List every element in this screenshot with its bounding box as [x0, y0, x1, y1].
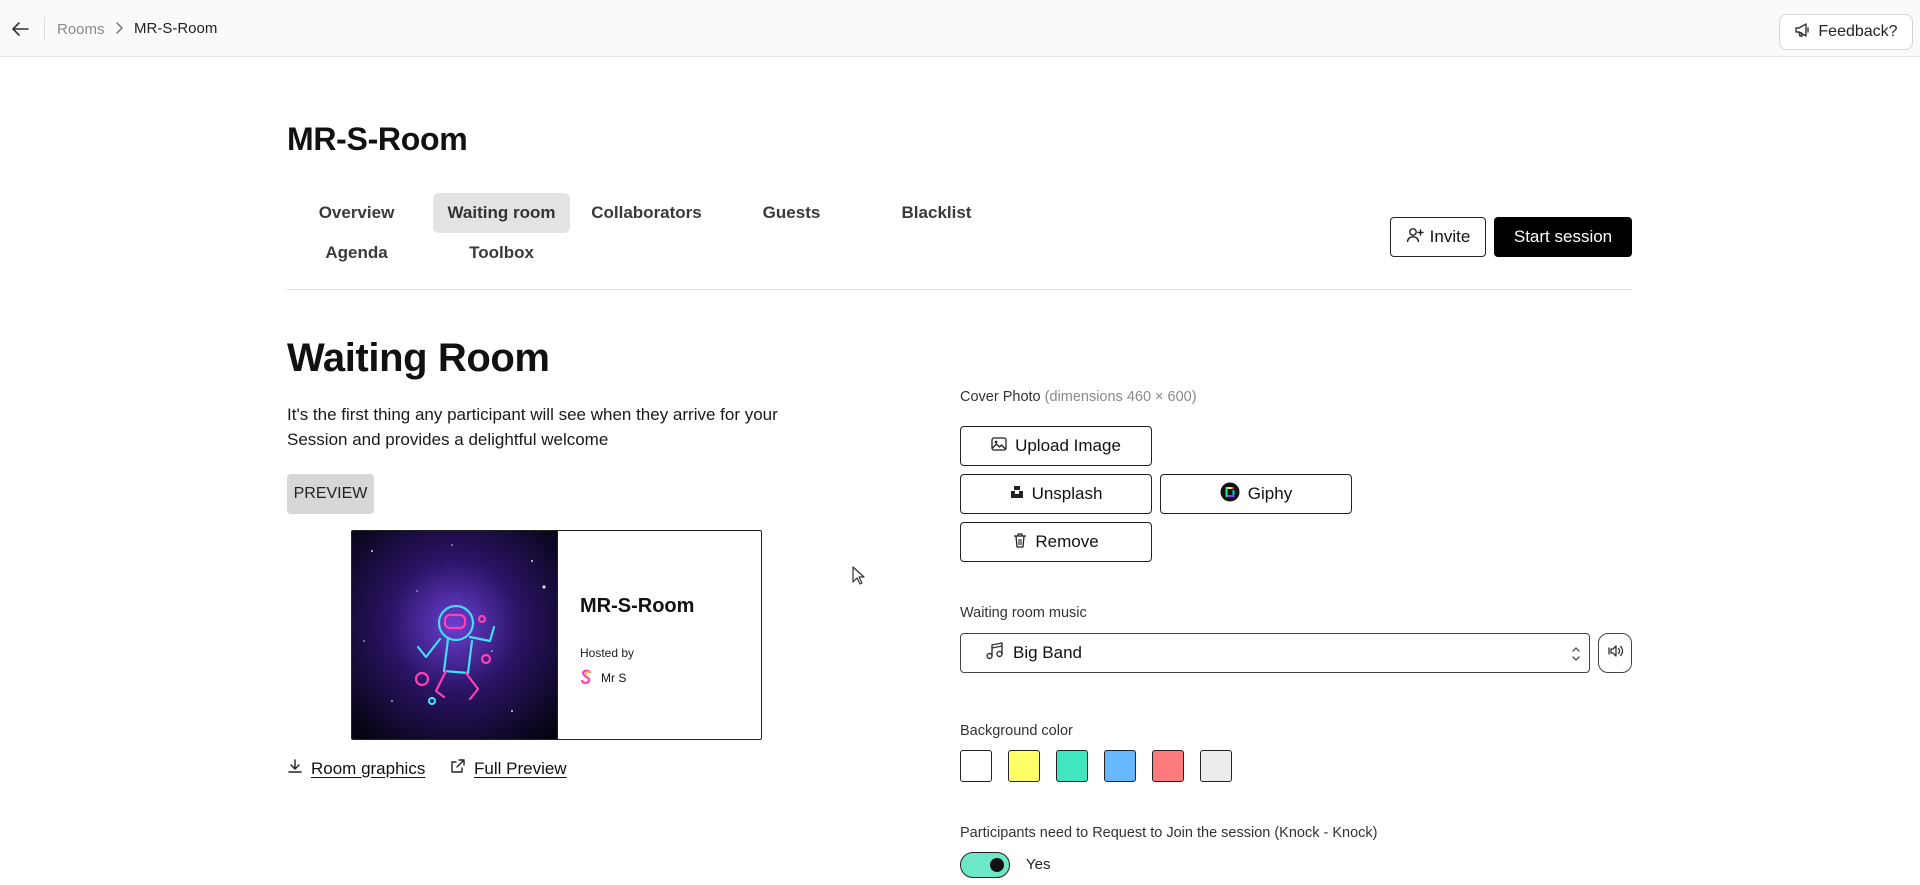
music-note-icon [985, 641, 1005, 666]
music-select[interactable]: Big Band [960, 633, 1590, 673]
download-icon [287, 758, 303, 779]
tab-toolbox[interactable]: Toolbox [433, 233, 570, 273]
toggle-knob [990, 858, 1004, 872]
external-link-icon [449, 758, 466, 780]
header-divider [287, 289, 1632, 290]
color-swatch[interactable] [1056, 750, 1088, 782]
megaphone-icon [1794, 22, 1812, 43]
preview-room-title: MR-S-Room [580, 595, 695, 617]
add-user-icon [1406, 226, 1424, 249]
divider [44, 17, 45, 41]
room-graphics-link[interactable]: Room graphics [287, 758, 425, 779]
knock-toggle[interactable] [960, 852, 1010, 878]
music-selected-value: Big Band [1013, 643, 1082, 662]
breadcrumb-rooms[interactable]: Rooms [57, 21, 105, 38]
knock-label: Participants need to Request to Join the… [960, 825, 1378, 841]
color-swatch[interactable] [1200, 750, 1232, 782]
invite-button[interactable]: Invite [1390, 217, 1486, 257]
upload-image-button[interactable]: Upload Image [960, 426, 1152, 466]
knock-toggle-value: Yes [1026, 856, 1051, 873]
giphy-label: Giphy [1247, 484, 1293, 503]
room-title: MR-S-Room [287, 121, 468, 157]
select-arrows-icon [1571, 645, 1581, 668]
preview-badge: PREVIEW [287, 474, 374, 514]
tab-guests[interactable]: Guests [723, 193, 860, 233]
tab-collaborators[interactable]: Collaborators [578, 193, 715, 233]
hosted-by-label: Hosted by [580, 646, 635, 660]
cover-photo-hint: (dimensions 460 × 600) [1044, 389, 1197, 405]
color-swatch[interactable] [1008, 750, 1040, 782]
tab-agenda[interactable]: Agenda [288, 233, 425, 273]
back-arrow-icon[interactable] [10, 18, 32, 40]
cover-image [352, 531, 557, 739]
trash-icon [1013, 532, 1027, 553]
cover-photo-label: Cover Photo (dimensions 460 × 600) [960, 389, 1197, 405]
host-row: Mr S [580, 669, 626, 687]
speaker-icon [1606, 642, 1624, 665]
host-name: Mr S [601, 671, 627, 685]
remove-label: Remove [1035, 532, 1099, 551]
feedback-button[interactable]: Feedback? [1779, 14, 1913, 50]
top-bar: Rooms MR-S-Room Feedback? [0, 0, 1920, 57]
giphy-button[interactable]: Giphy [1160, 474, 1352, 514]
unsplash-icon [1010, 484, 1024, 504]
tab-waiting-room[interactable]: Waiting room [433, 193, 570, 233]
remove-button[interactable]: Remove [960, 522, 1152, 562]
breadcrumb-current: MR-S-Room [134, 20, 218, 37]
chevron-right-icon [112, 21, 126, 35]
full-preview-label: Full Preview [474, 759, 567, 778]
feedback-label: Feedback? [1818, 23, 1898, 40]
invite-label: Invite [1429, 227, 1471, 246]
play-sound-button[interactable] [1598, 633, 1632, 673]
color-swatch[interactable] [1104, 750, 1136, 782]
waiting-room-preview-card: MR-S-Room Hosted by Mr S [351, 530, 762, 740]
color-swatch[interactable] [1152, 750, 1184, 782]
music-label: Waiting room music [960, 605, 1087, 621]
unsplash-label: Unsplash [1031, 484, 1103, 503]
full-preview-link[interactable]: Full Preview [449, 758, 567, 780]
preview-info-panel: MR-S-Room Hosted by Mr S [557, 531, 761, 739]
room-graphics-label: Room graphics [311, 758, 426, 778]
host-avatar [580, 669, 593, 687]
giphy-icon [1220, 482, 1240, 507]
tab-overview[interactable]: Overview [288, 193, 425, 233]
image-icon [991, 436, 1007, 456]
unsplash-button[interactable]: Unsplash [960, 474, 1152, 514]
cover-photo-title: Cover Photo [960, 389, 1041, 405]
tab-blacklist[interactable]: Blacklist [868, 193, 1005, 233]
start-session-button[interactable]: Start session [1494, 217, 1632, 257]
section-description: It's the first thing any participant wil… [287, 405, 778, 449]
section-title: Waiting Room [287, 336, 550, 380]
mouse-cursor-icon [852, 566, 866, 586]
background-color-label: Background color [960, 723, 1073, 739]
upload-image-label: Upload Image [1015, 436, 1121, 455]
color-swatch[interactable] [960, 750, 992, 782]
